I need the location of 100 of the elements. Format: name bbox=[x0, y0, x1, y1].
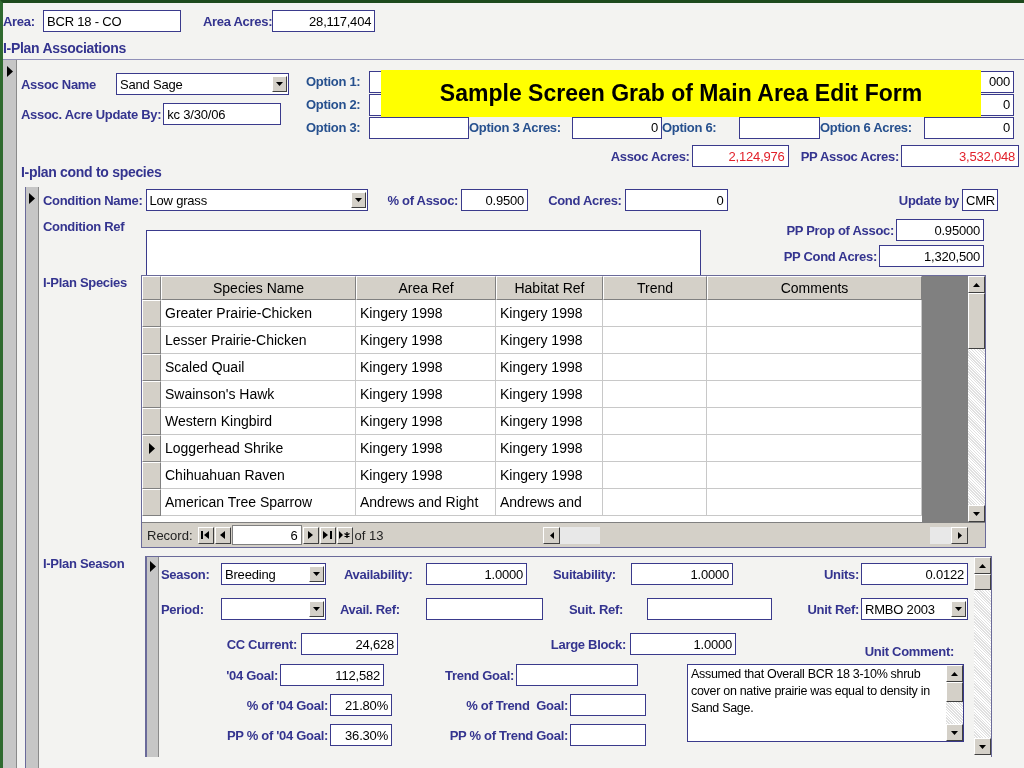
record-number-field[interactable]: 6 bbox=[231, 525, 302, 545]
field-label: Option 1: bbox=[306, 74, 362, 89]
dropdown-arrow-icon bbox=[354, 198, 362, 202]
text-field[interactable]: 1,320,500 bbox=[879, 245, 984, 267]
text-area[interactable] bbox=[146, 230, 701, 278]
scroll-left-arrow-icon[interactable] bbox=[549, 531, 554, 539]
vertical-scrollbar[interactable] bbox=[946, 665, 963, 741]
vertical-scrollbar[interactable] bbox=[974, 557, 991, 755]
text-field[interactable]: 24,628 bbox=[301, 633, 398, 655]
current-record-icon bbox=[148, 443, 155, 454]
field-label: Assoc. Acre Update By: bbox=[21, 106, 162, 122]
text-field[interactable]: 0 bbox=[624, 189, 728, 211]
dropdown-button[interactable] bbox=[350, 192, 366, 208]
field-label: '04 Goal: bbox=[226, 667, 278, 683]
text-field[interactable]: CMR bbox=[962, 189, 998, 211]
text-field[interactable]: 21.80% bbox=[330, 694, 392, 716]
table-cell: Andrews and bbox=[496, 489, 603, 516]
column-header[interactable]: Trend bbox=[603, 276, 707, 300]
scroll-up-arrow-icon[interactable] bbox=[973, 282, 980, 287]
dropdown-button[interactable] bbox=[309, 601, 324, 617]
section-title: I-Plan Associations bbox=[3, 39, 127, 58]
text-field[interactable]: 28,117,404 bbox=[272, 10, 376, 32]
last-record-button[interactable] bbox=[319, 526, 336, 544]
field-label: Trend Goal: bbox=[445, 667, 514, 683]
text-field[interactable]: 1.0000 bbox=[631, 563, 733, 585]
field-label: Area: bbox=[3, 13, 36, 29]
field-label: PP Cond Acres: bbox=[783, 248, 877, 264]
vertical-scrollbar[interactable] bbox=[968, 276, 985, 522]
combo-box[interactable]: Breeding bbox=[221, 563, 326, 585]
dropdown-arrow-icon bbox=[276, 82, 283, 86]
field-label: Option 2: bbox=[306, 97, 362, 112]
text-field[interactable] bbox=[647, 598, 772, 620]
field-label: Unit Comment: bbox=[864, 643, 954, 659]
text-field[interactable] bbox=[369, 116, 469, 139]
table-cell: Lesser Prairie-Chicken bbox=[161, 327, 356, 354]
first-record-button[interactable] bbox=[197, 526, 214, 544]
record-label: Record: bbox=[146, 527, 194, 543]
text-field[interactable]: 0.9500 bbox=[461, 189, 529, 211]
row-selector[interactable] bbox=[142, 435, 161, 462]
text-field[interactable] bbox=[570, 724, 646, 746]
text-field[interactable] bbox=[739, 116, 820, 139]
select-all-corner[interactable] bbox=[142, 276, 161, 300]
next-icon bbox=[307, 531, 314, 539]
column-header[interactable]: Comments bbox=[707, 276, 922, 300]
text-field[interactable]: 1.0000 bbox=[630, 633, 736, 655]
scroll-right-arrow-icon[interactable] bbox=[957, 531, 962, 539]
column-header[interactable]: Habitat Ref bbox=[496, 276, 603, 300]
text-field[interactable]: 0.95000 bbox=[896, 219, 984, 241]
scroll-down-arrow-icon[interactable] bbox=[951, 730, 958, 735]
combo-box[interactable]: Low grass bbox=[145, 189, 368, 211]
scrollbar-thumb[interactable] bbox=[946, 682, 963, 702]
dropdown-button[interactable] bbox=[309, 566, 324, 582]
caption-tooltip: Sample Screen Grab of Main Area Edit Form bbox=[381, 70, 981, 117]
combo-box[interactable] bbox=[221, 598, 326, 620]
scrollbar-thumb[interactable] bbox=[968, 293, 985, 349]
column-header[interactable]: Area Ref bbox=[356, 276, 496, 300]
table-cell: Kingery 1998 bbox=[496, 381, 603, 408]
field-label: % of Trend Goal: bbox=[466, 697, 568, 713]
combo-box[interactable]: Sand Sage bbox=[116, 73, 289, 95]
text-field[interactable]: BCR 18 - CO bbox=[43, 10, 181, 32]
text-field[interactable]: kc 3/30/06 bbox=[163, 103, 282, 125]
current-record-icon bbox=[6, 66, 13, 77]
next-record-button[interactable] bbox=[302, 526, 319, 544]
scroll-down-arrow-icon[interactable] bbox=[973, 511, 980, 516]
scrollbar-thumb[interactable] bbox=[974, 574, 991, 590]
text-field[interactable]: 3,532,048 bbox=[901, 145, 1019, 167]
record-selector[interactable] bbox=[146, 557, 159, 757]
text-field[interactable]: 36.30% bbox=[330, 724, 392, 746]
combo-box[interactable]: RMBO 2003 bbox=[861, 598, 968, 620]
text-field[interactable]: 0 bbox=[924, 116, 1014, 139]
field-label: Option 3: bbox=[306, 120, 362, 135]
dropdown-button[interactable] bbox=[951, 601, 966, 617]
dropdown-button[interactable] bbox=[272, 76, 287, 92]
current-record-icon bbox=[29, 193, 35, 204]
field-label: Suitability: bbox=[553, 566, 617, 582]
table-cell: Kingery 1998 bbox=[496, 408, 603, 435]
new-record-button[interactable] bbox=[336, 526, 353, 544]
field-label: I-Plan Species bbox=[43, 275, 128, 290]
table-cell: Chihuahuan Raven bbox=[161, 462, 356, 489]
text-field[interactable]: 1.0000 bbox=[426, 563, 527, 585]
table-cell: Kingery 1998 bbox=[356, 381, 496, 408]
first-icon bbox=[201, 531, 211, 539]
previous-icon bbox=[219, 531, 226, 539]
text-field[interactable] bbox=[516, 664, 638, 686]
scroll-up-arrow-icon[interactable] bbox=[979, 563, 986, 568]
previous-record-button[interactable] bbox=[214, 526, 231, 544]
scroll-down-arrow-icon[interactable] bbox=[979, 744, 986, 749]
text-field[interactable]: 0 bbox=[572, 116, 662, 139]
dropdown-arrow-icon bbox=[313, 607, 320, 611]
field-label: Option 6 Acres: bbox=[820, 120, 913, 135]
table-cell: Kingery 1998 bbox=[356, 462, 496, 489]
column-header[interactable]: Species Name bbox=[161, 276, 356, 300]
scroll-up-arrow-icon[interactable] bbox=[951, 671, 958, 676]
text-field[interactable]: 0.0122 bbox=[861, 563, 968, 585]
text-field[interactable] bbox=[426, 598, 543, 620]
text-field[interactable] bbox=[570, 694, 646, 716]
record-selector[interactable] bbox=[25, 187, 39, 768]
text-field[interactable]: 112,582 bbox=[280, 664, 384, 686]
text-field[interactable]: 2,124,976 bbox=[691, 145, 789, 167]
field-label: Suit. Ref: bbox=[569, 601, 625, 617]
